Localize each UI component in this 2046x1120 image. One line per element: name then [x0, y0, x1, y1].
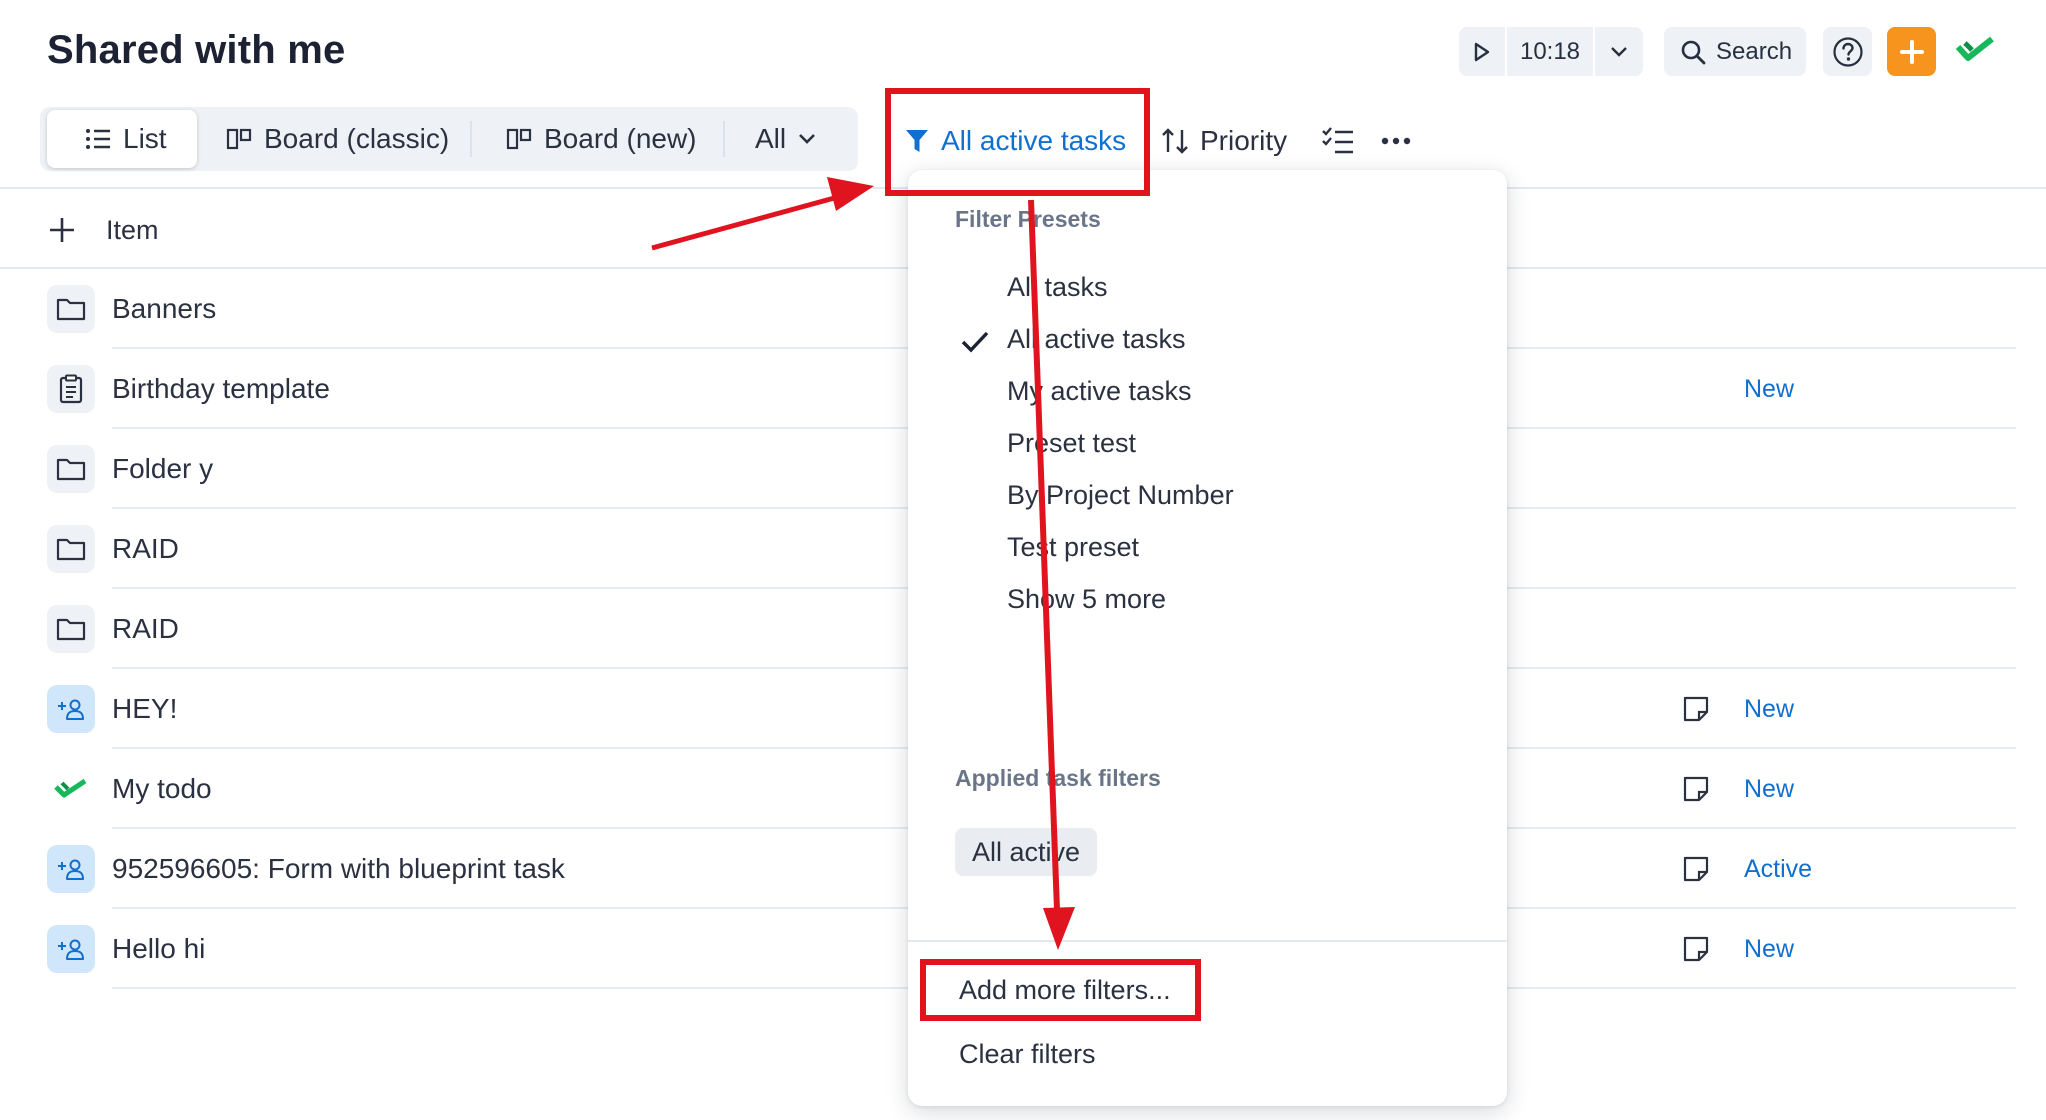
- timer-play-button[interactable]: [1459, 27, 1507, 76]
- scope-dropdown[interactable]: All: [755, 107, 816, 171]
- highlight-box-filter: [885, 88, 1150, 196]
- view-separator: [723, 121, 725, 157]
- add-user-icon: [47, 845, 95, 893]
- applied-filter-chip[interactable]: All active: [955, 828, 1098, 876]
- filter-preset-option[interactable]: By Project Number: [1007, 480, 1234, 511]
- status-badge[interactable]: New: [1744, 775, 1794, 804]
- chevron-down-icon: [799, 134, 816, 144]
- checklist-icon[interactable]: [1320, 123, 1356, 159]
- sort-button[interactable]: Priority: [1160, 117, 1287, 165]
- add-user-icon: [47, 925, 95, 973]
- folder-icon: [47, 445, 95, 493]
- plus-icon: [50, 218, 74, 242]
- note-icon: [1682, 775, 1710, 803]
- view-tab-board-classic-label: Board (classic): [264, 123, 450, 154]
- scope-label: All: [755, 123, 787, 154]
- clear-filters-button[interactable]: Clear filters: [959, 1039, 1096, 1070]
- applied-filters-heading: Applied task filters: [955, 765, 1161, 791]
- filter-preset-option[interactable]: All tasks: [1007, 272, 1108, 303]
- filter-presets-heading: Filter Presets: [955, 206, 1101, 232]
- sort-icon: [1162, 128, 1188, 154]
- folder-icon: [47, 525, 95, 573]
- add-user-icon: [47, 685, 95, 733]
- status-badge[interactable]: Active: [1744, 855, 1812, 884]
- folder-icon: [47, 605, 95, 653]
- status-badge[interactable]: New: [1744, 695, 1794, 724]
- folder-icon: [47, 285, 95, 333]
- filter-preset-option[interactable]: Test preset: [1007, 532, 1139, 563]
- help-button[interactable]: [1823, 27, 1872, 76]
- arrow-line: [651, 194, 839, 251]
- clipboard-icon: [47, 365, 95, 413]
- board-icon: [506, 128, 532, 150]
- dropdown-separator: [908, 940, 1507, 942]
- sort-label: Priority: [1200, 125, 1288, 156]
- note-icon: [1682, 855, 1710, 883]
- item-name[interactable]: Folder y: [112, 453, 213, 485]
- add-item-button[interactable]: Item: [40, 205, 159, 255]
- arrowhead: [827, 177, 874, 211]
- note-icon: [1682, 935, 1710, 963]
- timer-value[interactable]: 10:18: [1507, 27, 1595, 76]
- view-tab-board-new[interactable]: Board (new): [506, 107, 697, 171]
- more-options-button[interactable]: [1378, 123, 1414, 159]
- plus-icon: [1899, 39, 1924, 64]
- play-icon: [1474, 42, 1490, 61]
- search-icon: [1681, 40, 1706, 64]
- board-icon: [226, 128, 252, 150]
- page-title: Shared with me: [47, 28, 346, 72]
- note-icon: [1682, 695, 1710, 723]
- item-name[interactable]: RAID: [112, 533, 179, 565]
- item-name[interactable]: Banners: [112, 293, 216, 325]
- add-item-label: Item: [106, 214, 159, 245]
- double-check-icon: [47, 765, 95, 813]
- item-name[interactable]: Hello hi: [112, 933, 205, 965]
- search-label: Search: [1716, 37, 1793, 65]
- item-name[interactable]: RAID: [112, 613, 179, 645]
- chevron-down-icon: [1611, 46, 1627, 57]
- timer-control: 10:18: [1459, 27, 1643, 76]
- view-switcher: List Board (classic) Board (new) All: [40, 107, 858, 171]
- filter-preset-option[interactable]: Preset test: [1007, 428, 1136, 459]
- status-badge[interactable]: New: [1744, 375, 1794, 404]
- item-name[interactable]: 952596605: Form with blueprint task: [112, 853, 565, 885]
- list-icon: [86, 129, 110, 149]
- view-tab-list-label: List: [123, 123, 167, 154]
- highlight-box-add-filters: [920, 959, 1201, 1021]
- view-tab-board-classic[interactable]: Board (classic): [226, 107, 449, 171]
- filter-preset-option[interactable]: Show 5 more: [1007, 584, 1166, 615]
- add-button[interactable]: [1887, 27, 1936, 76]
- filter-preset-option[interactable]: My active tasks: [1007, 376, 1192, 407]
- view-tab-list[interactable]: List: [47, 110, 197, 168]
- item-name[interactable]: HEY!: [112, 693, 177, 725]
- ellipsis-icon: [1381, 137, 1411, 145]
- status-badge[interactable]: New: [1744, 935, 1794, 964]
- timer-dropdown-button[interactable]: [1595, 27, 1643, 76]
- help-icon: [1832, 36, 1863, 67]
- view-separator: [470, 121, 472, 157]
- checkmark-icon: [961, 331, 989, 353]
- filter-preset-option[interactable]: All active tasks: [1007, 324, 1186, 355]
- item-name[interactable]: Birthday template: [112, 373, 330, 405]
- search-button[interactable]: Search: [1664, 27, 1806, 76]
- view-tab-board-new-label: Board (new): [544, 123, 697, 154]
- item-name[interactable]: My todo: [112, 773, 212, 805]
- brand-logo-icon: [1955, 36, 1994, 61]
